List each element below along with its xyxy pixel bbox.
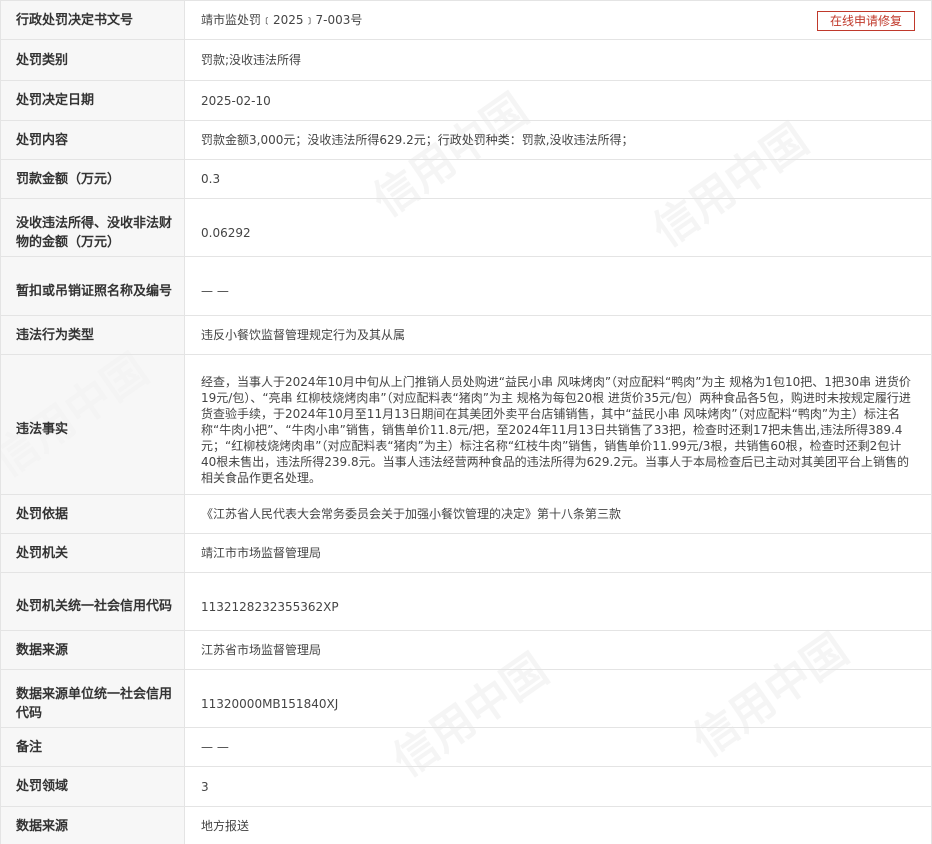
row-value: — —: [184, 727, 932, 767]
row-label: 没收违法所得、没收非法财物的金额（万元）: [0, 198, 185, 257]
row-label: 处罚机关: [0, 533, 185, 573]
row-label: 数据来源: [0, 630, 185, 670]
row-label: 处罚内容: [0, 120, 185, 160]
row-value: 0.3: [184, 159, 932, 199]
row-label: 违法事实: [0, 354, 185, 495]
row-value: 靖江市市场监督管理局: [184, 533, 932, 573]
row-label: 数据来源: [0, 806, 185, 844]
row-value: 罚款金额3,000元；没收违法所得629.2元；行政处罚种类：罚款,没收违法所得…: [184, 120, 932, 160]
row-label: 备注: [0, 727, 185, 767]
table-row: 违法行为类型 违反小餐饮监督管理规定行为及其从属: [0, 315, 932, 355]
row-value: 违反小餐饮监督管理规定行为及其从属: [184, 315, 932, 355]
row-value: 经查，当事人于2024年10月中旬从上门推销人员处购进“益民小串 风味烤肉”（对…: [184, 354, 932, 495]
row-value: 1132128232355362XP: [184, 572, 932, 631]
table-row: 暂扣或吊销证照名称及编号 — —: [0, 256, 932, 316]
row-value: 地方报送: [184, 806, 932, 844]
table-row: 数据来源单位统一社会信用代码 11320000MB151840XJ: [0, 669, 932, 728]
table-row: 数据来源 地方报送: [0, 806, 932, 844]
row-label: 处罚决定日期: [0, 80, 185, 121]
row-label: 违法行为类型: [0, 315, 185, 355]
row-value: 罚款;没收违法所得: [184, 39, 932, 81]
penalty-info-table: 行政处罚决定书文号 靖市监处罚﹝2025﹞7-003号 在线申请修复 处罚类别 …: [0, 0, 932, 844]
row-value: 11320000MB151840XJ: [184, 669, 932, 728]
table-row: 罚款金额（万元） 0.3: [0, 159, 932, 199]
row-value: 《江苏省人民代表大会常务委员会关于加强小餐饮管理的决定》第十八条第三款: [184, 494, 932, 534]
table-row: 数据来源 江苏省市场监督管理局: [0, 630, 932, 670]
decision-number: 靖市监处罚﹝2025﹞7-003号: [201, 13, 363, 27]
table-row: 处罚依据 《江苏省人民代表大会常务委员会关于加强小餐饮管理的决定》第十八条第三款: [0, 494, 932, 534]
row-label: 处罚依据: [0, 494, 185, 534]
row-value: 0.06292: [184, 198, 932, 257]
online-repair-button[interactable]: 在线申请修复: [816, 11, 915, 31]
row-value: — —: [184, 256, 932, 316]
row-label: 处罚类别: [0, 39, 185, 81]
row-value: 江苏省市场监督管理局: [184, 630, 932, 670]
table-row: 处罚决定日期 2025-02-10: [0, 80, 932, 121]
table-row: 备注 — —: [0, 727, 932, 767]
table-row: 没收违法所得、没收非法财物的金额（万元） 0.06292: [0, 198, 932, 257]
row-label: 处罚机关统一社会信用代码: [0, 572, 185, 631]
table-row: 行政处罚决定书文号 靖市监处罚﹝2025﹞7-003号 在线申请修复: [0, 0, 932, 40]
table-row: 处罚机关统一社会信用代码 1132128232355362XP: [0, 572, 932, 631]
table-row: 处罚类别 罚款;没收违法所得: [0, 39, 932, 81]
row-value: 2025-02-10: [184, 80, 932, 121]
row-label: 数据来源单位统一社会信用代码: [0, 669, 185, 728]
row-label: 暂扣或吊销证照名称及编号: [0, 256, 185, 316]
table-row: 处罚领域 3: [0, 766, 932, 807]
row-label: 处罚领域: [0, 766, 185, 807]
row-value: 靖市监处罚﹝2025﹞7-003号 在线申请修复: [184, 0, 932, 40]
row-label: 罚款金额（万元）: [0, 159, 185, 199]
row-value: 3: [184, 766, 932, 807]
row-label: 行政处罚决定书文号: [0, 0, 185, 40]
table-row: 处罚机关 靖江市市场监督管理局: [0, 533, 932, 573]
table-row: 处罚内容 罚款金额3,000元；没收违法所得629.2元；行政处罚种类：罚款,没…: [0, 120, 932, 160]
table-row: 违法事实 经查，当事人于2024年10月中旬从上门推销人员处购进“益民小串 风味…: [0, 354, 932, 495]
